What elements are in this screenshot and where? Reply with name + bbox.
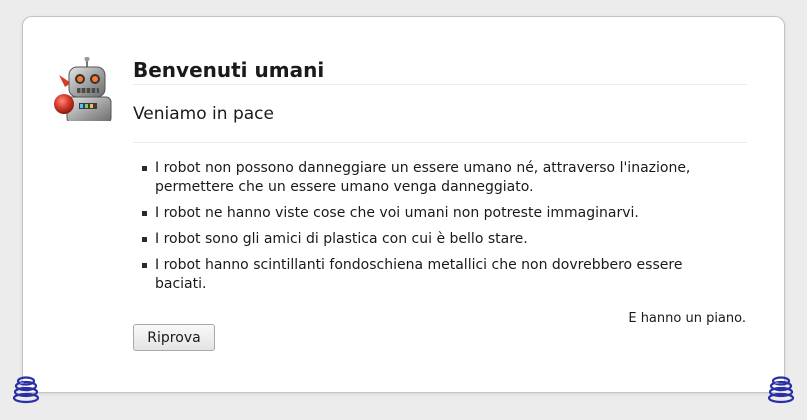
- list-item-text: I robot sono gli amici di plastica con c…: [155, 231, 528, 247]
- spring-icon: [766, 374, 796, 404]
- page-title: Benvenuti umani: [133, 58, 325, 82]
- list-item: I robot sono gli amici di plastica con c…: [141, 230, 701, 249]
- list-item-text: I robot non possono danneggiare un esser…: [155, 160, 691, 195]
- list-item: I robot hanno scintillanti fondoschiena …: [141, 256, 701, 294]
- message-list: I robot non possono danneggiare un esser…: [141, 159, 701, 301]
- retry-button[interactable]: Riprova: [133, 324, 215, 351]
- list-item-text: I robot ne hanno viste cose che voi uman…: [155, 205, 639, 221]
- bullet-icon: [142, 237, 147, 242]
- robot-icon: [53, 57, 117, 121]
- list-item-text: I robot hanno scintillanti fondoschiena …: [155, 257, 683, 292]
- list-item: I robot non possono danneggiare un esser…: [141, 159, 701, 197]
- bullet-icon: [142, 263, 147, 268]
- spring-icon: [11, 374, 41, 404]
- subtitle-divider: [133, 142, 747, 143]
- page-subtitle: Veniamo in pace: [133, 104, 274, 124]
- list-item: I robot ne hanno viste cose che voi uman…: [141, 204, 701, 223]
- footer-note: E hanno un piano.: [628, 311, 746, 326]
- bullet-icon: [142, 211, 147, 216]
- title-divider: [133, 84, 747, 85]
- bullet-icon: [142, 166, 147, 171]
- error-card: Benvenuti umani Veniamo in pace I robot …: [22, 16, 785, 393]
- message-content: Benvenuti umani Veniamo in pace I robot …: [133, 57, 747, 292]
